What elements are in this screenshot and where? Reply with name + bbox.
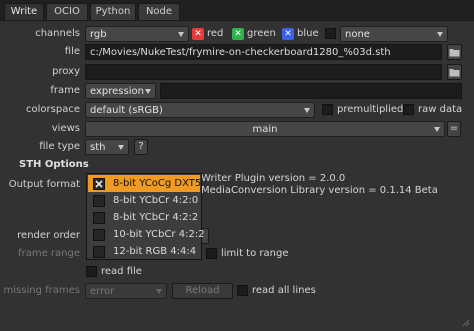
raw-data-checkbox[interactable]	[403, 104, 414, 115]
colorspace-label: colorspace	[26, 104, 80, 115]
folder-icon	[449, 49, 460, 57]
option-checkbox	[93, 246, 105, 258]
file-label: file	[64, 46, 80, 57]
frame-mode-value: expression	[90, 86, 144, 97]
resize-grip-icon[interactable]	[460, 317, 470, 327]
chevron-down-icon	[434, 127, 440, 132]
views-value: main	[252, 124, 278, 135]
alpha-channel-checkbox[interactable]	[325, 28, 336, 39]
chevron-down-icon	[304, 108, 310, 113]
missing-frames-value: error	[90, 286, 115, 297]
missing-frames-select[interactable]: error	[85, 283, 167, 299]
views-label: views	[51, 123, 80, 134]
premultiplied-label: premultiplied	[337, 104, 404, 115]
output-format-option[interactable]: 8-bit YCbCr 4:2:0	[88, 192, 200, 209]
output-format-label: Output format	[8, 179, 80, 190]
tab-write[interactable]: Write	[4, 3, 44, 20]
raw-data-label: raw data	[418, 104, 463, 115]
channels-label: channels	[35, 28, 80, 39]
output-format-option[interactable]: 10-bit YCbCr 4:2:2	[88, 226, 205, 243]
proxy-browse-button[interactable]	[447, 64, 462, 80]
blue-channel-checkbox[interactable]: ✕	[282, 28, 294, 40]
proxy-label: proxy	[52, 66, 80, 77]
option-label: 8-bit YCoCg DXT5	[113, 178, 202, 189]
chevron-down-icon	[178, 32, 184, 37]
chevron-down-icon	[118, 145, 124, 150]
views-select[interactable]: main	[85, 121, 445, 137]
option-label: 10-bit YCbCr 4:2:2	[113, 229, 205, 240]
option-checkbox	[93, 229, 105, 241]
colorspace-value: default (sRGB)	[90, 105, 163, 116]
proxy-path-input[interactable]	[85, 64, 442, 80]
missing-frames-label: missing frames	[3, 285, 80, 296]
output-format-option[interactable]: 8-bit YCoCg DXT5	[88, 175, 202, 192]
render-order-label: render order	[17, 230, 80, 241]
extra-channel-value: none	[345, 29, 370, 40]
colorspace-select[interactable]: default (sRGB)	[85, 102, 315, 118]
channels-select[interactable]: rgb	[85, 26, 189, 42]
checkmark-icon	[93, 178, 105, 190]
red-channel-label: red	[207, 28, 224, 39]
frame-mode-select[interactable]: expression	[85, 83, 156, 99]
tab-python[interactable]: Python	[90, 3, 136, 20]
file-type-select[interactable]: sth	[85, 139, 129, 155]
sth-options-heading: STH Options	[19, 159, 89, 170]
read-file-label: read file	[101, 266, 142, 277]
reload-button[interactable]: Reload	[172, 283, 233, 299]
media-conversion-version-text: MediaConversion Library version = 0.1.14…	[201, 185, 438, 196]
folder-icon	[449, 69, 460, 77]
option-checkbox	[93, 195, 105, 207]
extra-channel-select[interactable]: none	[340, 26, 448, 42]
blue-channel-label: blue	[297, 28, 319, 39]
file-type-help-button[interactable]: ?	[134, 139, 148, 155]
chevron-down-icon	[145, 89, 151, 94]
file-path-input[interactable]: c:/Movies/NukeTest/frymire-on-checkerboa…	[85, 44, 442, 60]
frame-range-label: frame range	[18, 248, 80, 259]
output-format-option[interactable]: 8-bit YCbCr 4:2:2	[88, 209, 200, 226]
premultiplied-checkbox[interactable]	[322, 104, 333, 115]
views-equals-button[interactable]: =	[447, 121, 461, 137]
output-format-dropdown-menu: 8-bit YCoCg DXT5 8-bit YCbCr 4:2:0 8-bit…	[86, 173, 205, 260]
chevron-down-icon	[156, 289, 162, 294]
folder-browse-button[interactable]	[447, 44, 462, 60]
read-all-lines-label: read all lines	[252, 285, 316, 296]
limit-to-range-checkbox[interactable]	[206, 248, 217, 259]
read-file-checkbox[interactable]	[86, 266, 97, 277]
green-channel-label: green	[247, 28, 276, 39]
chevron-down-icon	[437, 32, 443, 37]
option-label: 8-bit YCbCr 4:2:2	[113, 212, 199, 223]
channels-value: rgb	[90, 29, 107, 40]
tab-node[interactable]: Node	[138, 3, 180, 20]
red-channel-checkbox[interactable]: ✕	[192, 28, 204, 40]
file-type-label: file type	[39, 141, 80, 152]
limit-to-range-label: limit to range	[221, 248, 289, 259]
read-all-lines-checkbox[interactable]	[237, 285, 248, 296]
frame-expression-input[interactable]	[160, 83, 462, 99]
tab-ocio[interactable]: OCIO	[46, 3, 88, 20]
option-label: 12-bit RGB 4:4:4	[113, 246, 197, 257]
green-channel-checkbox[interactable]: ✕	[232, 28, 244, 40]
file-type-value: sth	[90, 142, 106, 153]
option-label: 8-bit YCbCr 4:2:0	[113, 195, 199, 206]
frame-label: frame	[50, 85, 80, 96]
option-checkbox	[93, 212, 105, 224]
output-format-option[interactable]: 12-bit RGB 4:4:4	[88, 243, 200, 260]
